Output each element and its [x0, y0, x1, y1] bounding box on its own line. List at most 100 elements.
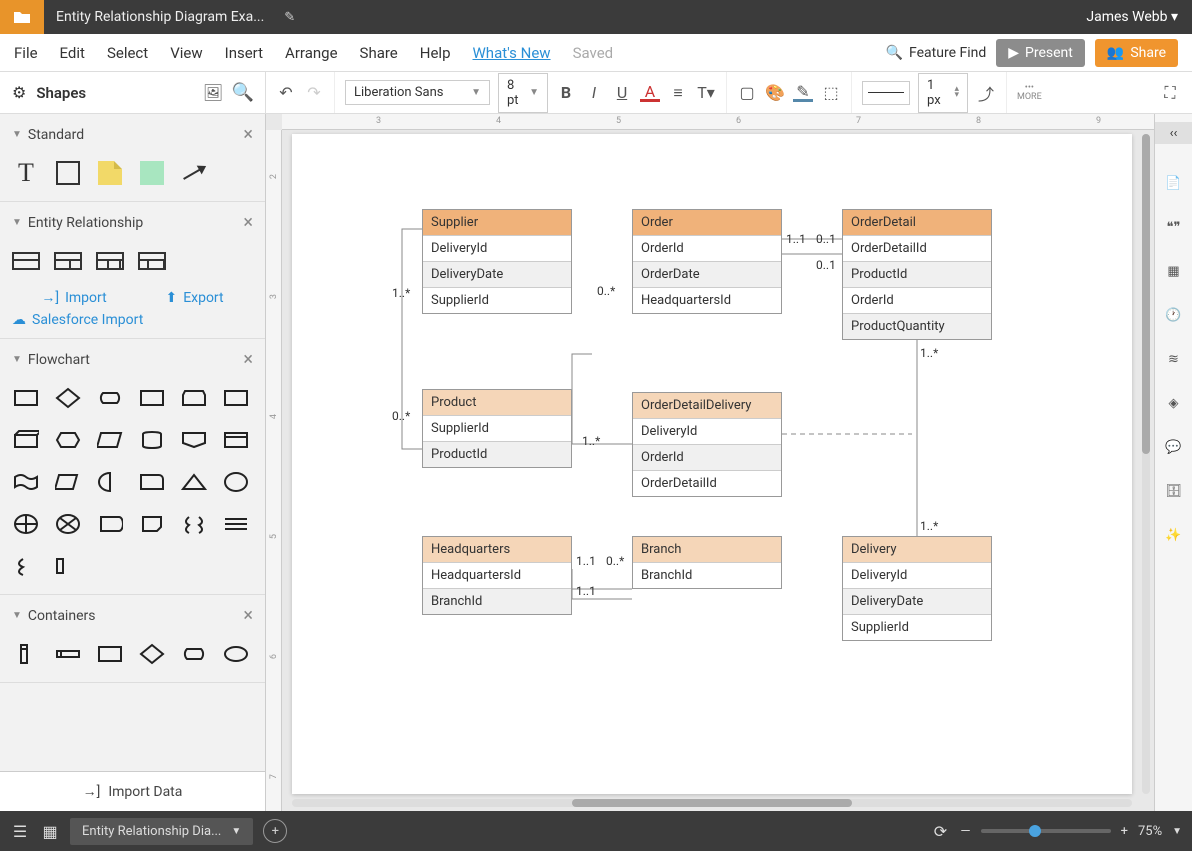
flowchart-shape-1[interactable]	[54, 384, 82, 412]
flowchart-shape-15[interactable]	[138, 468, 166, 496]
flowchart-shape-20[interactable]	[96, 510, 124, 538]
container-shape-4[interactable]	[180, 640, 208, 668]
container-shape-2[interactable]	[96, 640, 124, 668]
bold-icon[interactable]: B	[556, 83, 576, 103]
data-icon[interactable]: ◈	[1163, 392, 1185, 414]
er-shape-3[interactable]	[96, 247, 124, 275]
flowchart-section-header[interactable]: ▼Flowchart×	[12, 349, 253, 370]
flowchart-shape-25[interactable]	[54, 552, 82, 580]
import-link[interactable]: →] Import	[41, 289, 106, 306]
er-shape-1[interactable]	[12, 247, 40, 275]
container-shape-1[interactable]	[54, 640, 82, 668]
flowchart-shape-4[interactable]	[180, 384, 208, 412]
close-icon[interactable]: ×	[243, 349, 253, 370]
text-shape[interactable]: T	[12, 159, 40, 187]
block-shape[interactable]	[138, 159, 166, 187]
collapse-icon[interactable]: ‹‹	[1155, 122, 1192, 144]
border-color-icon[interactable]: ✎	[793, 84, 813, 102]
menu-help[interactable]: Help	[420, 44, 451, 62]
text-options-icon[interactable]: T▾	[696, 83, 716, 103]
er-shape-2[interactable]	[54, 247, 82, 275]
sf-import-link[interactable]: ☁ Salesforce Import	[12, 312, 253, 328]
er-section-header[interactable]: ▼Entity Relationship×	[12, 212, 253, 233]
flowchart-shape-6[interactable]	[12, 426, 40, 454]
grid-view-icon[interactable]: ▦	[40, 821, 60, 841]
menu-arrange[interactable]: Arrange	[285, 44, 337, 62]
menu-whatsnew[interactable]: What's New	[473, 44, 551, 62]
entity-supplier[interactable]: Supplier DeliveryId DeliveryDate Supplie…	[422, 209, 572, 314]
close-icon[interactable]: ×	[243, 212, 253, 233]
italic-icon[interactable]: I	[584, 83, 604, 103]
flowchart-shape-17[interactable]	[222, 468, 250, 496]
fill-icon[interactable]: 🎨	[765, 83, 785, 103]
v-scrollbar[interactable]	[1142, 134, 1150, 794]
close-icon[interactable]: ×	[243, 124, 253, 145]
edit-title-icon[interactable]: ✎	[276, 10, 303, 25]
flowchart-shape-18[interactable]	[12, 510, 40, 538]
more-button[interactable]: •••MORE	[1017, 84, 1042, 102]
folder-icon[interactable]	[0, 0, 44, 34]
shape-options-icon[interactable]: ⬚	[821, 83, 841, 103]
rect-shape[interactable]	[54, 159, 82, 187]
flowchart-shape-10[interactable]	[180, 426, 208, 454]
database-icon[interactable]: 🗄	[1163, 480, 1185, 502]
page-tab[interactable]: Entity Relationship Dia...▼	[70, 818, 253, 845]
entity-headquarters[interactable]: Headquarters HeadquartersId BranchId	[422, 536, 572, 615]
container-shape-5[interactable]	[222, 640, 250, 668]
search-icon[interactable]: 🔍	[233, 83, 253, 103]
chat-icon[interactable]: 💬	[1163, 436, 1185, 458]
note-shape[interactable]	[96, 159, 124, 187]
sync-icon[interactable]: ⟳	[930, 821, 950, 841]
entity-orderdetail[interactable]: OrderDetail OrderDetailId ProductId Orde…	[842, 209, 992, 340]
share-button[interactable]: 👥 Share	[1095, 39, 1178, 67]
linewidth-select[interactable]: 1 px▴▾	[918, 73, 968, 113]
container-shape-0[interactable]	[12, 640, 40, 668]
shape-box-icon[interactable]: ▢	[737, 83, 757, 103]
flowchart-shape-3[interactable]	[138, 384, 166, 412]
image-icon[interactable]: 🖼	[203, 83, 223, 103]
redo-icon[interactable]: ↷	[304, 83, 324, 103]
line-style-select[interactable]	[862, 81, 910, 105]
close-icon[interactable]: ×	[243, 605, 253, 626]
diagram-page[interactable]: Supplier DeliveryId DeliveryDate Supplie…	[292, 134, 1132, 794]
zoom-slider[interactable]	[981, 829, 1111, 833]
containers-section-header[interactable]: ▼Containers×	[12, 605, 253, 626]
layers-icon[interactable]: ≋	[1163, 348, 1185, 370]
magic-icon[interactable]: ✨	[1163, 524, 1185, 546]
flowchart-shape-11[interactable]	[222, 426, 250, 454]
document-title[interactable]: Entity Relationship Diagram Exa...	[44, 9, 276, 25]
flowchart-shape-9[interactable]	[138, 426, 166, 454]
align-icon[interactable]: ≡	[668, 83, 688, 103]
flowchart-shape-0[interactable]	[12, 384, 40, 412]
add-page-button[interactable]: +	[263, 819, 287, 843]
fullscreen-icon[interactable]: ⛶	[1160, 83, 1180, 103]
flowchart-shape-22[interactable]	[180, 510, 208, 538]
underline-icon[interactable]: U	[612, 83, 632, 103]
menu-edit[interactable]: Edit	[60, 44, 85, 62]
gear-icon[interactable]: ⚙	[12, 83, 26, 102]
present-icon[interactable]: ▦	[1163, 260, 1185, 282]
entity-delivery[interactable]: Delivery DeliveryId DeliveryDate Supplie…	[842, 536, 992, 641]
import-data-button[interactable]: →] Import Data	[0, 771, 265, 811]
flowchart-shape-23[interactable]	[222, 510, 250, 538]
flowchart-shape-19[interactable]	[54, 510, 82, 538]
menu-file[interactable]: File	[14, 44, 38, 62]
undo-icon[interactable]: ↶	[276, 83, 296, 103]
flowchart-shape-21[interactable]	[138, 510, 166, 538]
zoom-in-icon[interactable]: +	[1121, 824, 1128, 839]
canvas[interactable]: 345678910 234567 Supplier DeliveryId Del…	[266, 114, 1154, 811]
export-link[interactable]: ⬆ Export	[165, 289, 223, 306]
entity-product[interactable]: Product SupplierId ProductId	[422, 389, 572, 468]
er-shape-4[interactable]	[138, 247, 166, 275]
user-menu[interactable]: James Webb ▾	[1072, 9, 1192, 25]
flowchart-shape-24[interactable]	[12, 552, 40, 580]
standard-section-header[interactable]: ▼Standard×	[12, 124, 253, 145]
entity-order[interactable]: Order OrderId OrderDate HeadquartersId	[632, 209, 782, 314]
history-icon[interactable]: 🕐	[1163, 304, 1185, 326]
zoom-level[interactable]: 75%	[1138, 824, 1162, 839]
flowchart-shape-7[interactable]	[54, 426, 82, 454]
fontsize-select[interactable]: 8 pt▼	[498, 73, 548, 113]
flowchart-shape-2[interactable]	[96, 384, 124, 412]
page-settings-icon[interactable]: 📄	[1163, 172, 1185, 194]
present-button[interactable]: ▶ Present	[996, 39, 1085, 67]
